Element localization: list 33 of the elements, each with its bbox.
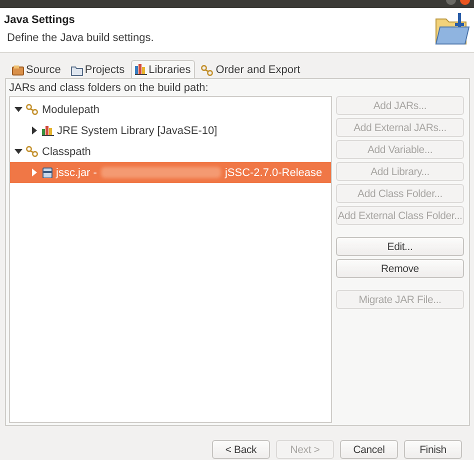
tab[interactable]: Order and Export (196, 61, 304, 78)
expand-arrow-icon[interactable] (30, 126, 39, 135)
tree-item-label: JRE System Library [JavaSE-10] (57, 124, 218, 136)
wizard-button[interactable]: Cancel (340, 440, 398, 459)
jar-icon (42, 167, 53, 178)
side-button[interactable]: Edit... (336, 237, 464, 256)
folder-icon (70, 64, 83, 76)
tab[interactable]: Libraries (130, 60, 195, 78)
tree-item[interactable]: JRE System Library [JavaSE-10] (10, 120, 331, 141)
tab[interactable]: Projects (66, 61, 129, 78)
folder-icon (434, 13, 470, 47)
side-button[interactable]: Remove (336, 259, 464, 278)
books-icon (42, 125, 54, 136)
wizard-button[interactable]: Finish (404, 440, 462, 459)
page-title: Java Settings (4, 14, 76, 26)
books-icon (134, 64, 147, 75)
collapse-arrow-icon[interactable] (14, 147, 23, 156)
link-icon (200, 64, 214, 76)
tab[interactable]: Source (8, 61, 65, 78)
tree-item-label: jssc.jar - (56, 166, 97, 178)
tree-item-label: jSSC-2.7.0-Release (224, 166, 322, 178)
page-description: Define the Java build settings. (7, 32, 154, 44)
tree-item-label: Classpath (42, 146, 91, 158)
collapse-arrow-icon[interactable] (14, 105, 23, 114)
link-icon (26, 146, 39, 157)
section-label: JARs and class folders on the build path: (9, 82, 210, 94)
link-icon (26, 104, 39, 115)
tree-item[interactable]: Modulepath (10, 99, 331, 120)
package-icon (12, 64, 24, 76)
tree-item-label: Modulepath (42, 104, 100, 116)
wizard-button[interactable]: < Back (212, 440, 270, 459)
tree-view[interactable]: Modulepath JRE System Library [JavaSE-10] Classpath jssc.jar - jSSC-2.7.0-Release (9, 96, 332, 423)
tree-item[interactable]: Classpath (10, 141, 331, 162)
